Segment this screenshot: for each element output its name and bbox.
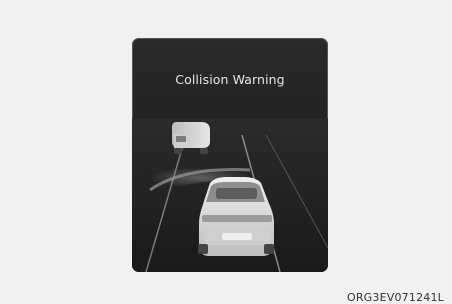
warning-title: Collision Warning bbox=[175, 72, 285, 87]
collision-warning-display: Collision Warning bbox=[132, 38, 328, 272]
car-rear-icon bbox=[198, 177, 274, 256]
image-code: ORG3EV071241L bbox=[346, 291, 444, 304]
